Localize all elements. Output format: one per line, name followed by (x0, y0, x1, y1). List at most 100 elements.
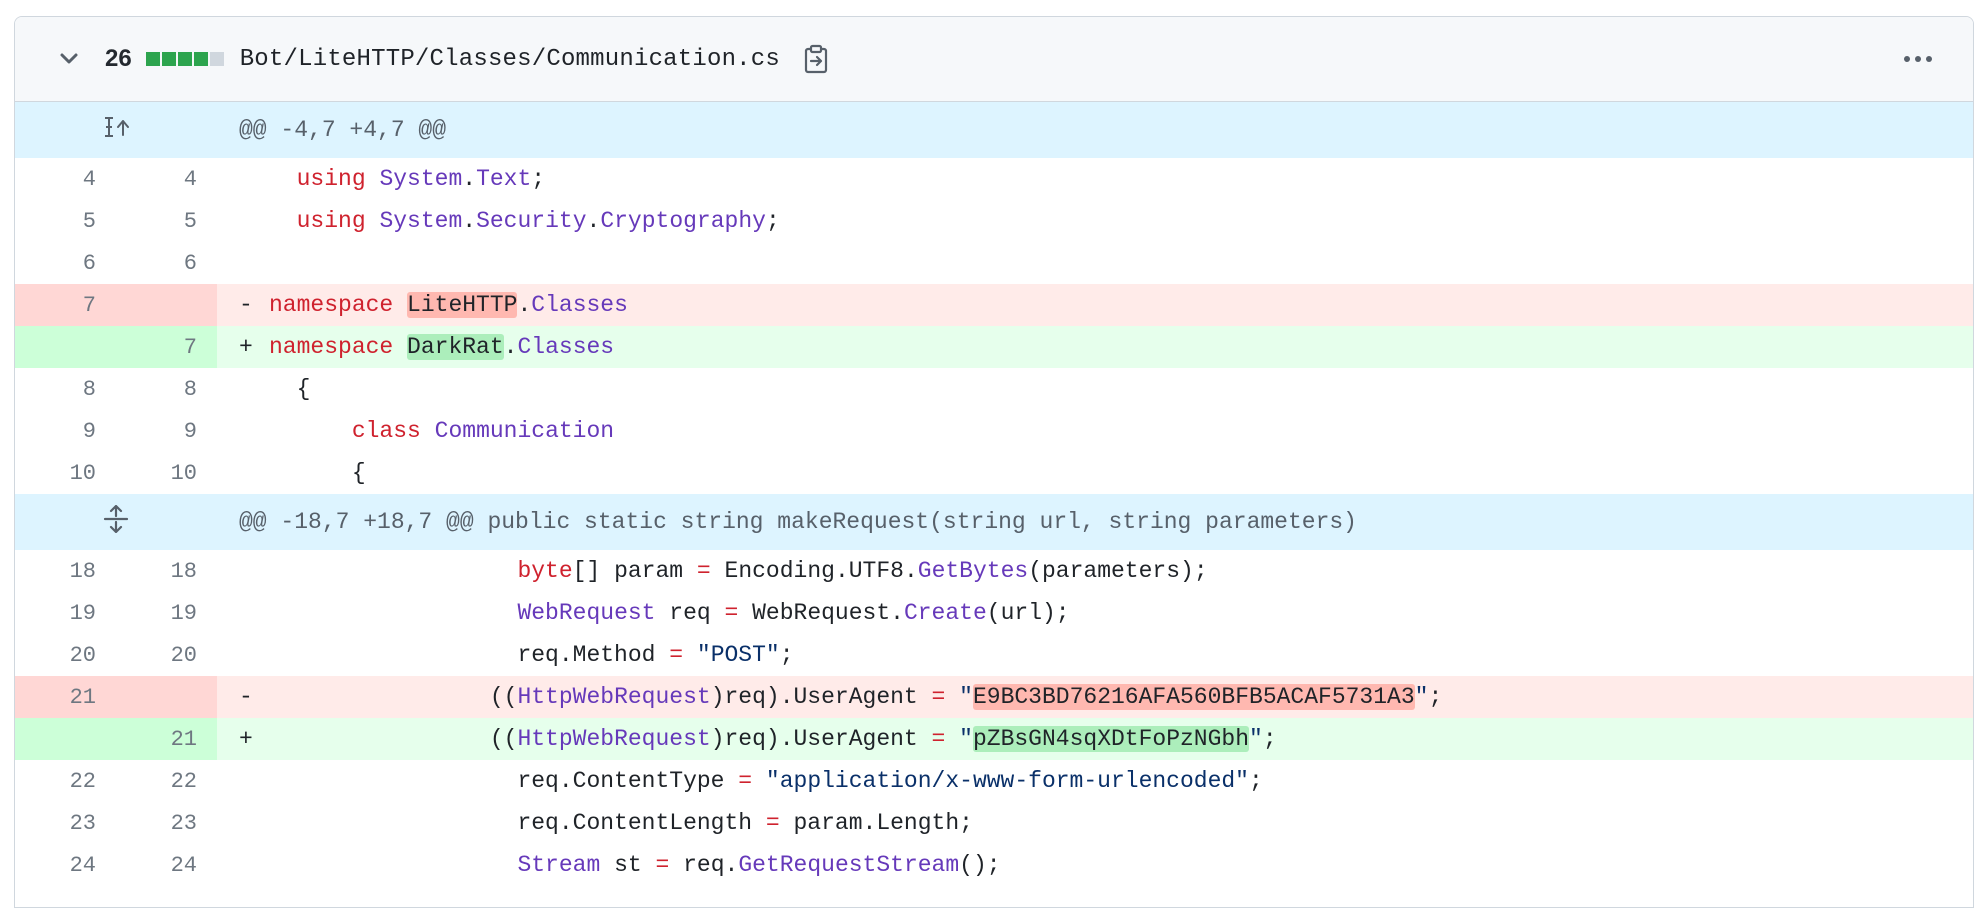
new-line-number[interactable] (116, 284, 217, 326)
code-token: class (351, 418, 421, 444)
old-line-number[interactable]: 20 (15, 634, 116, 676)
new-line-number[interactable]: 5 (116, 200, 217, 242)
code-token: Encoding.UTF8. (710, 558, 918, 584)
code-token: " (959, 684, 973, 710)
context-line: 23 23 req.ContentLength = param.Length; (15, 802, 1973, 844)
old-line-number[interactable]: 21 (15, 676, 116, 718)
code-line: + namespace DarkRat.Classes (217, 326, 1973, 368)
code-token: (); (959, 852, 1001, 878)
new-line-number[interactable]: 9 (116, 410, 217, 452)
code-line: byte[] param = Encoding.UTF8.GetBytes(pa… (217, 550, 1973, 592)
copy-path-icon[interactable] (802, 43, 830, 75)
code-token: = (696, 558, 711, 584)
hunk-header: @@ -4,7 +4,7 @@ (217, 102, 1973, 158)
code-token: WebRequest. (738, 600, 904, 626)
code-token: Classes (517, 334, 615, 360)
code-token: " (1414, 684, 1429, 710)
new-line-number[interactable]: 6 (116, 242, 217, 284)
code-token: "POST" (696, 642, 780, 668)
old-line-number[interactable]: 10 (15, 452, 116, 494)
diffstat (145, 52, 224, 66)
context-line: 20 20 req.Method = "POST"; (15, 634, 1973, 676)
code-token: GetBytes (917, 558, 1029, 584)
diff-marker (239, 376, 269, 402)
diffstat-square (193, 52, 208, 66)
context-line: 10 10 { (15, 452, 1973, 494)
code-token: namespace (269, 334, 394, 360)
code-token: Cryptography (600, 208, 766, 234)
old-line-number[interactable]: 9 (15, 410, 116, 452)
code-line: - ((HttpWebRequest)req).UserAgent = "E9B… (217, 676, 1973, 718)
old-line-number[interactable]: 6 (15, 242, 116, 284)
chevron-down-icon[interactable] (55, 45, 83, 73)
code-token: System (379, 166, 463, 192)
expand-icon[interactable] (15, 494, 217, 550)
code-line: class Communication (217, 410, 1973, 452)
old-line-number[interactable]: 24 (15, 844, 116, 886)
new-line-number[interactable]: 19 (116, 592, 217, 634)
context-line: 18 18 byte[] param = Encoding.UTF8.GetByt… (15, 550, 1973, 592)
code-token: ; (531, 166, 546, 192)
code-line: - namespace LiteHTTP.Classes (217, 284, 1973, 326)
code-token: Communication (434, 418, 615, 444)
code-token: (parameters); (1028, 558, 1208, 584)
new-line-number[interactable] (116, 676, 217, 718)
old-line-number[interactable]: 23 (15, 802, 116, 844)
diff-marker (239, 460, 269, 486)
removed-text: E9BC3BD76216AFA560BFB5ACAF5731A3 (972, 684, 1415, 710)
code-token: req.ContentLength (269, 810, 766, 836)
diff-marker (239, 768, 269, 794)
code-token: )req).UserAgent (710, 684, 932, 710)
old-line-number[interactable] (15, 326, 116, 368)
new-line-number[interactable]: 18 (116, 550, 217, 592)
code-token: GetRequestStream (738, 852, 960, 878)
removed-text: LiteHTTP (407, 292, 518, 318)
code-token: namespace (269, 292, 394, 318)
code-token: { (269, 376, 311, 402)
code-token: req. (669, 852, 739, 878)
old-line-number[interactable]: 5 (15, 200, 116, 242)
kebab-horizontal-icon[interactable] (1901, 45, 1935, 73)
diff-marker (239, 166, 269, 192)
new-line-number[interactable]: 8 (116, 368, 217, 410)
code-line: req.Method = "POST"; (217, 634, 1973, 676)
new-line-number[interactable]: 24 (116, 844, 217, 886)
code-token: ; (1428, 684, 1443, 710)
code-token: ; (765, 208, 780, 234)
hunk-header-row: @@ -18,7 +18,7 @@ public static string m… (15, 494, 1973, 550)
added-text: pZBsGN4sqXDtFoPzNGbh (972, 726, 1250, 752)
old-line-number[interactable]: 19 (15, 592, 116, 634)
new-line-number[interactable]: 7 (116, 326, 217, 368)
new-line-number[interactable]: 10 (116, 452, 217, 494)
hunk-header: @@ -18,7 +18,7 @@ public static string m… (217, 494, 1973, 550)
code-line: { (217, 368, 1973, 410)
diff-marker (239, 852, 269, 878)
old-line-number[interactable]: 22 (15, 760, 116, 802)
old-line-number[interactable]: 8 (15, 368, 116, 410)
code-token: [] param (572, 558, 697, 584)
added-line: 7 + namespace DarkRat.Classes (15, 326, 1973, 368)
diff-marker: - (239, 684, 253, 710)
new-line-number[interactable]: 23 (116, 802, 217, 844)
code-line: using System.Text; (217, 158, 1973, 200)
new-line-number[interactable]: 20 (116, 634, 217, 676)
code-token: = (669, 642, 684, 668)
new-line-number[interactable]: 4 (116, 158, 217, 200)
diffstat-square (145, 52, 160, 66)
old-line-number[interactable] (15, 718, 116, 760)
new-line-number[interactable]: 21 (116, 718, 217, 760)
file-path[interactable]: Bot/LiteHTTP/Classes/Communication.cs (240, 46, 780, 73)
expand-up-icon[interactable] (15, 102, 217, 158)
context-line: 24 24 Stream st = req.GetRequestStream(); (15, 844, 1973, 886)
new-line-number[interactable]: 22 (116, 760, 217, 802)
old-line-number[interactable]: 18 (15, 550, 116, 592)
code-token: st (600, 852, 656, 878)
old-line-number[interactable]: 7 (15, 284, 116, 326)
old-line-number[interactable]: 4 (15, 158, 116, 200)
